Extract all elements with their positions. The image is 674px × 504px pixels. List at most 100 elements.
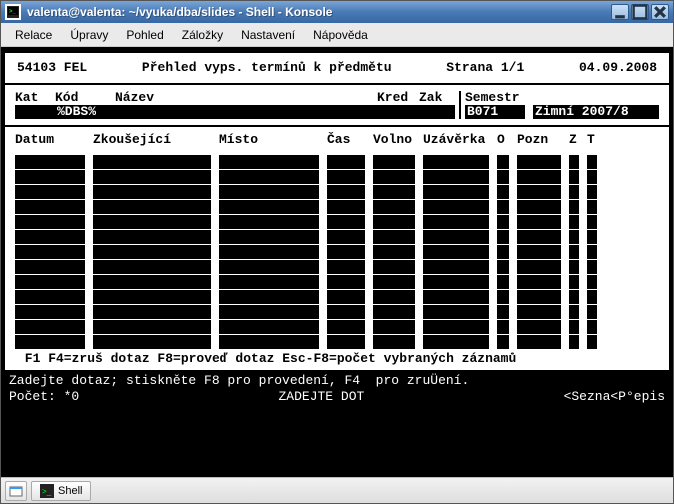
table-row[interactable] (15, 335, 659, 349)
semestr-code[interactable]: B071 (465, 105, 525, 119)
cell (587, 245, 597, 259)
menu-nastaveni[interactable]: Nastavení (233, 25, 303, 45)
cell (569, 170, 579, 184)
kod-label: Kód (55, 91, 115, 105)
table-row[interactable] (15, 320, 659, 334)
table-row[interactable] (15, 305, 659, 319)
cell (15, 245, 85, 259)
semestr-name[interactable]: Zimní 2007/8 (533, 105, 659, 119)
course-code: 54103 FEL (17, 61, 87, 75)
cell (587, 260, 597, 274)
cell (15, 275, 85, 289)
page-date: 04.09.2008 (579, 61, 657, 75)
new-tab-button[interactable] (5, 481, 27, 501)
cell (423, 335, 489, 349)
taskbar: >_ Shell (1, 477, 673, 503)
table-row[interactable] (15, 215, 659, 229)
cell (15, 335, 85, 349)
cell (373, 170, 415, 184)
tab-shell[interactable]: >_ Shell (31, 481, 91, 501)
menu-upravy[interactable]: Úpravy (62, 25, 116, 45)
table-row[interactable] (15, 200, 659, 214)
kred-input[interactable] (377, 105, 419, 119)
cell (497, 185, 509, 199)
cell (517, 230, 561, 244)
nazev-input[interactable] (115, 105, 377, 119)
col-t: T (587, 133, 597, 147)
cell (497, 215, 509, 229)
cell (517, 245, 561, 259)
cell (327, 170, 365, 184)
cell (93, 215, 211, 229)
cell (517, 185, 561, 199)
table-row[interactable] (15, 245, 659, 259)
maximize-button[interactable] (631, 4, 649, 20)
kat-input[interactable] (15, 105, 55, 119)
cell (327, 320, 365, 334)
tab-shell-label: Shell (58, 485, 82, 497)
cell (569, 260, 579, 274)
cell (15, 215, 85, 229)
table-row[interactable] (15, 155, 659, 169)
cell (587, 290, 597, 304)
cell (517, 275, 561, 289)
menu-pohled[interactable]: Pohled (118, 25, 171, 45)
cell (569, 335, 579, 349)
cell (373, 215, 415, 229)
col-cas: Čas (327, 133, 365, 147)
cell (497, 305, 509, 319)
cell (587, 305, 597, 319)
cell (219, 275, 319, 289)
cell (327, 275, 365, 289)
table-row[interactable] (15, 260, 659, 274)
menu-zalozky[interactable]: Záložky (174, 25, 231, 45)
close-button[interactable] (651, 4, 669, 20)
cell (93, 245, 211, 259)
kod-input[interactable]: %DBS% (55, 105, 115, 119)
cell (423, 305, 489, 319)
col-misto: Místo (219, 133, 319, 147)
cell (587, 335, 597, 349)
window-titlebar: >_ valenta@valenta: ~/vyuka/dba/slides -… (1, 1, 673, 23)
cell (569, 185, 579, 199)
table-row[interactable] (15, 275, 659, 289)
cell (423, 275, 489, 289)
zak-input[interactable] (419, 105, 455, 119)
table-row[interactable] (15, 170, 659, 184)
menu-relace[interactable]: Relace (7, 25, 60, 45)
cell (373, 260, 415, 274)
cell (327, 290, 365, 304)
cell (219, 215, 319, 229)
cell (15, 200, 85, 214)
cell (587, 230, 597, 244)
cell (569, 305, 579, 319)
table-row[interactable] (15, 230, 659, 244)
cell (93, 170, 211, 184)
status-count: Počet: *0 (9, 390, 79, 404)
terminal-area[interactable]: 54103 FEL Přehled vyps. termínů k předmě… (1, 47, 673, 477)
cell (93, 335, 211, 349)
cell (497, 275, 509, 289)
cell (327, 230, 365, 244)
cell (15, 155, 85, 169)
status-mode: ZADEJTE DOT (278, 390, 364, 404)
cell (93, 275, 211, 289)
header-box: 54103 FEL Přehled vyps. termínů k předmě… (5, 53, 669, 83)
cell (423, 185, 489, 199)
cell (373, 185, 415, 199)
cell (219, 320, 319, 334)
menu-napoveda[interactable]: Nápověda (305, 25, 376, 45)
cell (569, 320, 579, 334)
svg-text:>_: >_ (9, 9, 17, 15)
table-row[interactable] (15, 185, 659, 199)
cell (327, 155, 365, 169)
cell (569, 215, 579, 229)
table-row[interactable] (15, 290, 659, 304)
cell (569, 245, 579, 259)
cell (93, 185, 211, 199)
data-grid (11, 155, 663, 349)
minimize-button[interactable] (611, 4, 629, 20)
cell (569, 200, 579, 214)
cell (93, 290, 211, 304)
cell (497, 290, 509, 304)
